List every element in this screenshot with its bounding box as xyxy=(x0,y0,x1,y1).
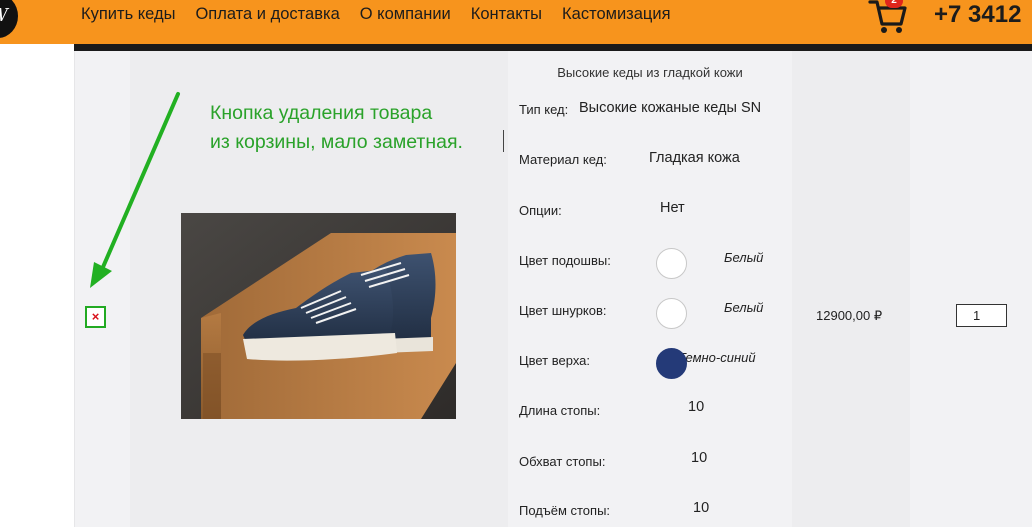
sneakers-photo xyxy=(181,213,456,419)
text-cursor xyxy=(503,130,504,152)
options-value: Нет xyxy=(660,200,685,216)
remove-item-button[interactable]: × xyxy=(85,306,106,328)
nav-item-buy-sneakers[interactable]: Купить кеды xyxy=(81,5,175,24)
site-header: W Купить кеды Оплата и доставка О компан… xyxy=(0,0,1032,44)
header-divider xyxy=(74,44,1032,51)
sole-color-label: Цвет подошвы: xyxy=(519,253,611,268)
product-image[interactable] xyxy=(181,213,456,419)
nav-item-payment-delivery[interactable]: Оплата и доставка xyxy=(195,5,339,24)
foot-length-label: Длина стопы: xyxy=(519,403,601,418)
upper-color-label: Цвет верха: xyxy=(519,353,591,368)
foot-girth-value: 10 xyxy=(691,450,708,466)
item-price: 12900,00 ₽ xyxy=(816,308,883,323)
upper-color-value: Темно-синий xyxy=(678,350,756,365)
sole-color-value: Белый xyxy=(724,250,764,265)
material-label: Материал кед: xyxy=(519,152,607,167)
annotation-text: Кнопка удаления товара из корзины, мало … xyxy=(210,99,463,157)
logo[interactable]: W xyxy=(0,0,18,38)
type-label: Тип кед: xyxy=(519,102,569,117)
type-value: Высокие кожаные кеды SN xyxy=(579,100,762,116)
annotation-arrow xyxy=(90,92,180,288)
foot-girth-label: Обхват стопы: xyxy=(519,454,606,469)
phone-number[interactable]: +7 3412 xyxy=(934,1,1021,29)
upper-color-swatch xyxy=(656,348,687,379)
nav-item-customization[interactable]: Кастомизация xyxy=(562,5,671,24)
sole-color-swatch xyxy=(656,248,687,279)
material-value: Гладкая кожа xyxy=(649,150,740,166)
foot-length-value: 10 xyxy=(688,399,705,415)
options-label: Опции: xyxy=(519,203,562,218)
laces-color-label: Цвет шнурков: xyxy=(519,303,607,318)
quantity-input[interactable] xyxy=(956,304,1007,327)
quantity-column xyxy=(910,51,1032,527)
laces-color-value: Белый xyxy=(724,300,764,315)
instep-label: Подъём стопы: xyxy=(519,503,611,518)
product-title: Высокие кеды из гладкой кожи xyxy=(557,65,743,80)
annotation-line-2: из корзины, мало заметная. xyxy=(210,131,463,153)
price-column xyxy=(792,51,910,527)
laces-color-swatch xyxy=(656,298,687,329)
main-nav: Купить кеды Оплата и доставка О компании… xyxy=(81,5,691,24)
annotation-line-1: Кнопка удаления товара xyxy=(210,102,433,124)
instep-value: 10 xyxy=(693,500,710,516)
nav-item-contacts[interactable]: Контакты xyxy=(471,5,542,24)
nav-item-about[interactable]: О компании xyxy=(360,5,451,24)
